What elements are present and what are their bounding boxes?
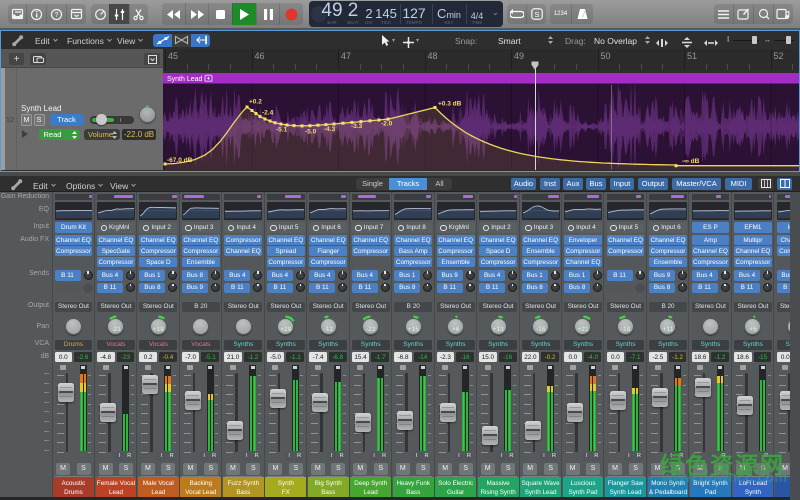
svg-text:+0.3 dB: +0.3 dB: [438, 101, 462, 108]
svg-text:?: ?: [54, 12, 58, 19]
svg-text:-5.1: -5.1: [276, 127, 288, 134]
svg-text:+0.2: +0.2: [249, 99, 262, 106]
svg-text:-∞ dB: -∞ dB: [682, 158, 700, 165]
svg-text:-5.0: -5.0: [305, 129, 317, 136]
svg-text:-4.3: -4.3: [324, 126, 336, 133]
svg-text:-2.4: -2.4: [262, 110, 274, 117]
svg-text:-2.0: -2.0: [381, 121, 393, 128]
svg-text:-3.3: -3.3: [351, 123, 363, 130]
svg-text:-67.0 dB: -67.0 dB: [167, 157, 193, 164]
svg-text:Synth Lead: Synth Lead: [167, 76, 203, 83]
svg-text:S: S: [534, 10, 539, 19]
